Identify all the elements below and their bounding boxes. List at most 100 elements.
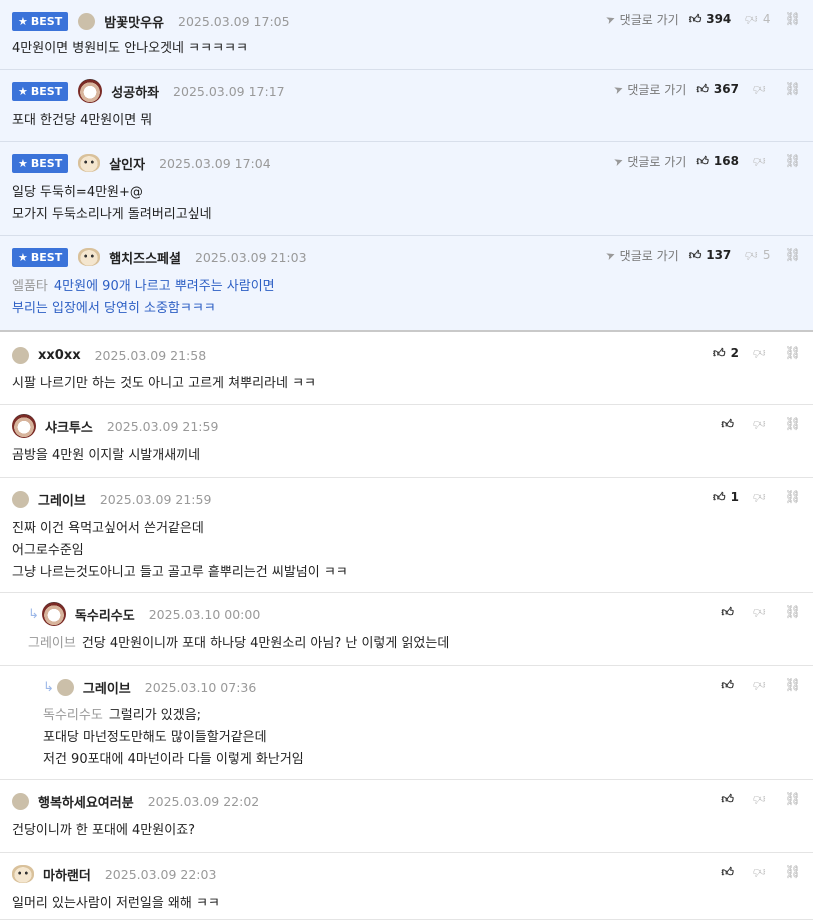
avatar[interactable] (78, 79, 103, 103)
comment-text: 시팔 나르기만 하는 것도 아니고 고르게 쳐뿌리라네 ㅋㅋ (12, 376, 317, 391)
author-nickname[interactable]: 밤꽃맛우유 (104, 12, 164, 31)
thumbs-down-icon: 👍︎ (752, 605, 766, 619)
author-nickname[interactable]: 햄치즈스페셜 (109, 248, 181, 267)
avatar[interactable] (12, 792, 29, 810)
downvote-button[interactable]: 👍︎ (753, 490, 771, 504)
comment-text: 건당 4만원이니까 포대 하나당 4만원소리 아님? 난 이렇게 읽었는데 (81, 636, 450, 651)
upvote-count: 394 (706, 12, 732, 26)
comment-tools: ➤ 댓글로 가기 👍︎ 394 👍︎ 4 ⛓ (605, 9, 801, 29)
goto-comment-link[interactable]: ➤ 댓글로 가기 (612, 153, 687, 170)
comment-date: 2025.03.09 21:03 (194, 249, 307, 265)
upvote-button[interactable]: 👍︎ 1 (713, 490, 739, 504)
comment-date: 2025.03.09 17:17 (173, 83, 285, 99)
avatar[interactable] (56, 678, 74, 696)
comment-date: 2025.03.09 22:03 (104, 866, 217, 882)
author-nickname[interactable]: 행복하세요여러분 (38, 792, 134, 811)
reply-target-nickname[interactable]: 독수리수도 (43, 708, 103, 723)
link-icon[interactable]: ⛓ (784, 866, 801, 879)
downvote-button[interactable]: 👍︎ (752, 678, 771, 692)
goto-comment-link[interactable]: ➤ 댓글로 가기 (612, 81, 686, 98)
star-icon: ★ (18, 84, 28, 98)
upvote-count: 168 (713, 154, 739, 168)
avatar[interactable] (12, 865, 34, 883)
avatar[interactable] (78, 248, 101, 266)
avatar[interactable] (12, 414, 36, 438)
send-arrow-icon: ➤ (612, 153, 626, 169)
author-nickname[interactable]: 살인자 (109, 154, 145, 173)
downvote-count: 5 (762, 248, 771, 262)
upvote-button[interactable]: 👍︎ (721, 866, 739, 878)
author-nickname[interactable]: 독수리수도 (75, 605, 135, 624)
downvote-button[interactable]: 👍︎ (753, 865, 771, 879)
reply-target-nickname[interactable]: 그레이브 (28, 636, 76, 651)
goto-comment-link[interactable]: ➤ 댓글로 가기 (605, 247, 679, 264)
comment-item: ↳ 독수리수도 2025.03.10 00:00 그레이브 건당 4만원이니까 포대 하… (0, 593, 813, 666)
best-label: BEST (30, 156, 63, 170)
comment-body: 건당이니까 한 포대에 4만원이죠? (12, 820, 801, 842)
reply-target-nickname[interactable]: 엘품타 (12, 279, 48, 294)
comment-text: 4만원에 90개 나르고 뿌려주는 사람이면 (53, 279, 275, 294)
link-icon[interactable]: ⛓ (784, 418, 801, 431)
comment-date: 2025.03.09 21:58 (94, 347, 207, 363)
link-icon[interactable]: ⛓ (784, 606, 801, 619)
goto-label: 댓글로 가기 (627, 154, 687, 169)
link-icon[interactable]: ⛓ (784, 249, 801, 262)
thumbs-down-icon: 👍︎ (752, 82, 766, 96)
author-nickname[interactable]: 마하랜더 (43, 865, 91, 884)
upvote-count: 137 (706, 248, 732, 262)
avatar[interactable] (41, 602, 66, 626)
upvote-button[interactable]: 👍︎ (721, 793, 739, 805)
comment-text: 포대당 마넌정도만해도 많이들할거같은데 (43, 730, 267, 745)
upvote-button[interactable]: 👍︎ (721, 606, 739, 618)
link-icon[interactable]: ⛓ (784, 347, 801, 360)
best-label: BEST (30, 250, 63, 264)
author-nickname[interactable]: 성공하좌 (111, 82, 159, 101)
avatar[interactable] (12, 490, 29, 508)
comment-text: 그럴리가 있겠음; (108, 708, 202, 723)
downvote-button[interactable]: 👍︎ (752, 82, 771, 96)
downvote-button[interactable]: 👍︎ 4 (745, 12, 770, 26)
upvote-button[interactable]: 👍︎ 367 (696, 82, 739, 96)
author-nickname[interactable]: 그레이브 (38, 490, 86, 509)
downvote-button[interactable]: 👍︎ (753, 154, 771, 168)
upvote-button[interactable]: 👍︎ 394 (689, 12, 732, 26)
comment-line: 곰방을 4만원 이지랄 시발개새끼네 (12, 445, 801, 467)
comment-tools: ➤ 댓글로 가기 👍︎ 137 👍︎ 5 ⛓ (605, 245, 801, 265)
comment-body: 그레이브 건당 4만원이니까 포대 하나당 4만원소리 아님? 난 이렇게 읽었는… (28, 633, 801, 655)
downvote-button[interactable]: 👍︎ (753, 417, 771, 431)
thumbs-down-icon: 👍︎ (752, 792, 766, 806)
downvote-button[interactable]: 👍︎ (752, 605, 771, 619)
goto-label: 댓글로 가기 (619, 248, 679, 263)
upvote-button[interactable]: 👍︎ (721, 679, 739, 691)
link-icon[interactable]: ⛓ (784, 679, 801, 692)
comment-item: 행복하세요여러분 2025.03.09 22:02 건당이니까 한 포대에 4만원이… (0, 780, 813, 853)
upvote-button[interactable]: 👍︎ 2 (713, 346, 739, 360)
upvote-button[interactable]: 👍︎ 137 (689, 248, 732, 262)
downvote-button[interactable]: 👍︎ (752, 792, 771, 806)
comment-line: 저건 90포대에 4마넌이라 다들 이렇게 화난거임 (43, 749, 801, 771)
comment-text: 그냥 나르는것도아니고 들고 골고루 흩뿌리는건 씨발넘이 ㅋㅋ (12, 565, 348, 580)
upvote-button[interactable]: 👍︎ (721, 418, 739, 430)
comment-text: 일머리 있는사람이 저런일을 왜해 ㅋㅋ (12, 896, 220, 911)
link-icon[interactable]: ⛓ (784, 83, 801, 96)
comment-item: ★ BEST 살인자 2025.03.09 17:04 일당 두둑히=4만원+@ 모가지 … (0, 142, 813, 236)
comment-text: 어그로수준임 (12, 543, 84, 558)
link-icon[interactable]: ⛓ (784, 491, 801, 504)
best-badge: ★ BEST (12, 153, 69, 173)
author-nickname[interactable]: 샤크투스 (45, 417, 93, 436)
link-icon[interactable]: ⛓ (784, 793, 801, 806)
comment-header: ★ BEST 살인자 2025.03.09 17:04 (12, 153, 271, 173)
comment-line: 모가지 두둑소리나게 돌려버리고싶네 (12, 204, 801, 226)
author-nickname[interactable]: 그레이브 (83, 678, 131, 697)
thumbs-down-icon: 👍︎ (752, 678, 766, 692)
avatar[interactable] (12, 346, 29, 364)
downvote-button[interactable]: 👍︎ (753, 346, 771, 360)
avatar[interactable] (78, 154, 101, 172)
downvote-button[interactable]: 👍︎ 5 (745, 248, 770, 262)
upvote-button[interactable]: 👍︎ 168 (696, 154, 739, 168)
goto-comment-link[interactable]: ➤ 댓글로 가기 (605, 11, 679, 28)
link-icon[interactable]: ⛓ (784, 155, 801, 168)
link-icon[interactable]: ⛓ (784, 13, 801, 26)
avatar[interactable] (78, 12, 96, 30)
author-nickname[interactable]: xx0xx (38, 348, 81, 363)
